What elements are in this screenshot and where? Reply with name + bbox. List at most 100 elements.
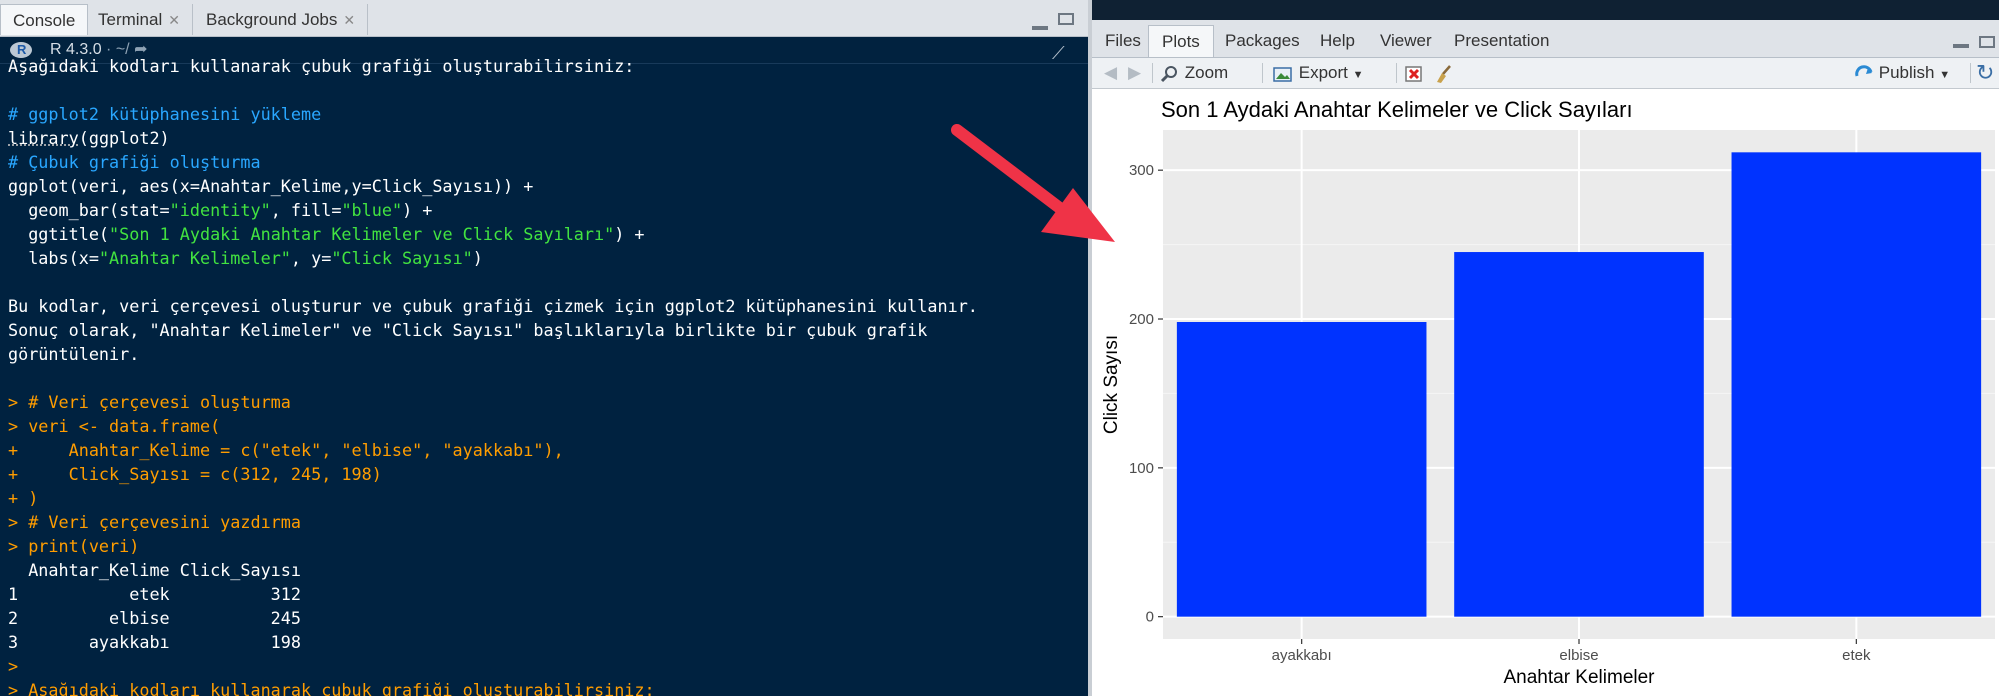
- console-text: "Click Sayısı": [331, 248, 473, 268]
- console-text: > print(veri): [8, 536, 140, 556]
- back-arrow-icon[interactable]: ◀: [1104, 58, 1117, 88]
- tab-files[interactable]: Files: [1092, 25, 1154, 57]
- console-line: ggplot(veri, aes(x=Anahtar_Kelime,y=Clic…: [8, 174, 1084, 198]
- source-editor-strip: [1092, 0, 1999, 20]
- delete-plot-icon: [1405, 65, 1422, 82]
- console-line: Bu kodlar, veri çerçevesi oluşturur ve ç…: [8, 294, 1084, 318]
- remove-plot-button[interactable]: [1404, 58, 1424, 88]
- console-tabbar: Console Terminal ✕ Background Jobs ✕: [0, 0, 1088, 37]
- maximize-icon[interactable]: [1058, 13, 1074, 25]
- console-text: > veri <- data.frame(: [8, 416, 221, 436]
- console-line: + Anahtar_Kelime = c("etek", "elbise", "…: [8, 438, 1084, 462]
- tab-console[interactable]: Console: [0, 4, 89, 35]
- console-text: ) +: [402, 200, 433, 220]
- close-icon[interactable]: ✕: [343, 12, 355, 28]
- console-text: labs(x=: [8, 248, 99, 268]
- broom-icon: [1437, 64, 1451, 83]
- refresh-icon[interactable]: ↻: [1976, 58, 1994, 88]
- tab-label: Console: [13, 11, 76, 30]
- console-text: ggplot(veri, aes(x=Anahtar_Kelime,y=Clic…: [8, 176, 534, 196]
- bar-ayakkabı: [1176, 321, 1427, 617]
- y-tick-label: 300: [1129, 162, 1154, 179]
- console-text: + Anahtar_Kelime = c("etek", "elbise", "…: [8, 440, 564, 460]
- console-text: + ): [8, 488, 39, 508]
- console-text: "identity": [169, 200, 271, 220]
- tab-presentation[interactable]: Presentation: [1441, 25, 1562, 57]
- plots-toolbar: ◀ ▶ Zoom Export ▼ Publish ▼ ↻: [1092, 58, 1999, 89]
- pane-window-controls: [1026, 12, 1074, 30]
- red-arrow-annotation: [951, 124, 1115, 242]
- export-label: Export: [1298, 63, 1348, 82]
- plot-area: 0 100 200 300 ayakkabı elbise etek Son 1 Aydaki…: [1092, 89, 1999, 696]
- dropdown-caret-icon: ▼: [1352, 69, 1364, 81]
- publish-label: Publish: [1878, 63, 1935, 82]
- console-text: > Aşağıdaki kodları kullanarak çubuk gra…: [8, 680, 655, 696]
- tab-terminal[interactable]: Terminal ✕: [86, 4, 193, 35]
- close-icon[interactable]: ✕: [168, 12, 180, 28]
- console-text: # Çubuk grafiği oluşturma: [8, 152, 261, 172]
- console-line: # Çubuk grafiği oluşturma: [8, 150, 1084, 174]
- console-text: Anahtar_Kelime Click_Sayısı: [8, 560, 301, 580]
- export-button[interactable]: Export ▼: [1272, 58, 1364, 88]
- tab-plots[interactable]: Plots: [1148, 25, 1214, 57]
- tab-label: Help: [1320, 31, 1355, 50]
- console-text: Aşağıdaki kodları kullanarak çubuk grafi…: [8, 56, 635, 76]
- bar-elbise: [1454, 252, 1704, 617]
- console-line: > print(veri): [8, 534, 1084, 558]
- console-line: geom_bar(stat="identity", fill="blue") +: [8, 198, 1084, 222]
- tab-packages[interactable]: Packages: [1212, 25, 1313, 57]
- console-text: "blue": [341, 200, 403, 220]
- console-line: > Aşağıdaki kodları kullanarak çubuk gra…: [8, 678, 1084, 696]
- tab-label: Files: [1105, 31, 1141, 50]
- y-tick-label: 100: [1129, 460, 1154, 477]
- image-export-icon: [1273, 66, 1292, 82]
- console-line: # ggplot2 kütüphanesini yükleme: [8, 102, 1084, 126]
- minimize-icon[interactable]: [1952, 44, 1969, 48]
- tab-label: Presentation: [1454, 31, 1550, 50]
- plots-pane: Files Plots Packages Help Viewer Present…: [1092, 0, 1999, 696]
- console-text: görüntülenir.: [8, 344, 140, 364]
- console-text: , y=: [290, 248, 332, 268]
- maximize-icon[interactable]: [1979, 36, 1995, 48]
- console-text: "Son 1 Aydaki Anahtar Kelimeler ve Click…: [109, 224, 615, 244]
- console-line: labs(x="Anahtar Kelimeler", y="Click Say…: [8, 246, 1084, 270]
- console-text: ): [472, 248, 483, 268]
- publish-icon: [1855, 64, 1873, 76]
- console-line: + Click_Sayısı = c(312, 245, 198): [8, 462, 1084, 486]
- minimize-icon[interactable]: [1031, 26, 1048, 30]
- console-line: ggtitle("Son 1 Aydaki Anahtar Kelimeler …: [8, 222, 1084, 246]
- console-text: , fill=: [270, 200, 342, 220]
- tab-label: Terminal: [98, 10, 163, 29]
- console-text: 1 etek 312: [8, 584, 301, 604]
- tab-background-jobs[interactable]: Background Jobs ✕: [194, 4, 369, 35]
- console-output[interactable]: Aşağıdaki kodları kullanarak çubuk grafi…: [8, 54, 1084, 696]
- tab-viewer[interactable]: Viewer: [1367, 25, 1445, 57]
- tab-help[interactable]: Help: [1307, 25, 1368, 57]
- console-text: Sonuç olarak, "Anahtar Kelimeler" ve "Cl…: [8, 320, 928, 340]
- console-text: + Click_Sayısı = c(312, 245, 198): [8, 464, 382, 484]
- x-tick-label: ayakkabı: [1272, 647, 1332, 664]
- forward-arrow-icon[interactable]: ▶: [1128, 58, 1141, 88]
- tab-label: Viewer: [1380, 31, 1432, 50]
- x-axis-label: Anahtar Kelimeler: [1503, 667, 1655, 688]
- magnifier-icon: [1160, 65, 1177, 82]
- zoom-label: Zoom: [1184, 63, 1229, 82]
- x-tick-label: etek: [1842, 647, 1871, 664]
- tab-label: Background Jobs: [206, 10, 338, 29]
- zoom-button[interactable]: Zoom: [1160, 58, 1228, 88]
- console-line: görüntülenir.: [8, 342, 1084, 366]
- clear-plots-button[interactable]: [1434, 58, 1454, 88]
- console-text: Bu kodlar, veri çerçevesi oluşturur ve ç…: [8, 296, 978, 316]
- bar-etek: [1731, 152, 1982, 617]
- console-text: > # Veri çerçevesi oluşturma: [8, 392, 291, 412]
- y-axis-label: Click Sayısı: [1101, 335, 1122, 434]
- console-text: library: [8, 128, 79, 148]
- publish-button[interactable]: Publish ▼: [1854, 58, 1950, 88]
- y-tick-label: 200: [1129, 311, 1154, 328]
- plots-tabbar: Files Plots Packages Help Viewer Present…: [1092, 20, 1999, 58]
- y-tick-label: 0: [1146, 609, 1154, 626]
- console-text: geom_bar(stat=: [8, 200, 170, 220]
- console-line: >: [8, 654, 1084, 678]
